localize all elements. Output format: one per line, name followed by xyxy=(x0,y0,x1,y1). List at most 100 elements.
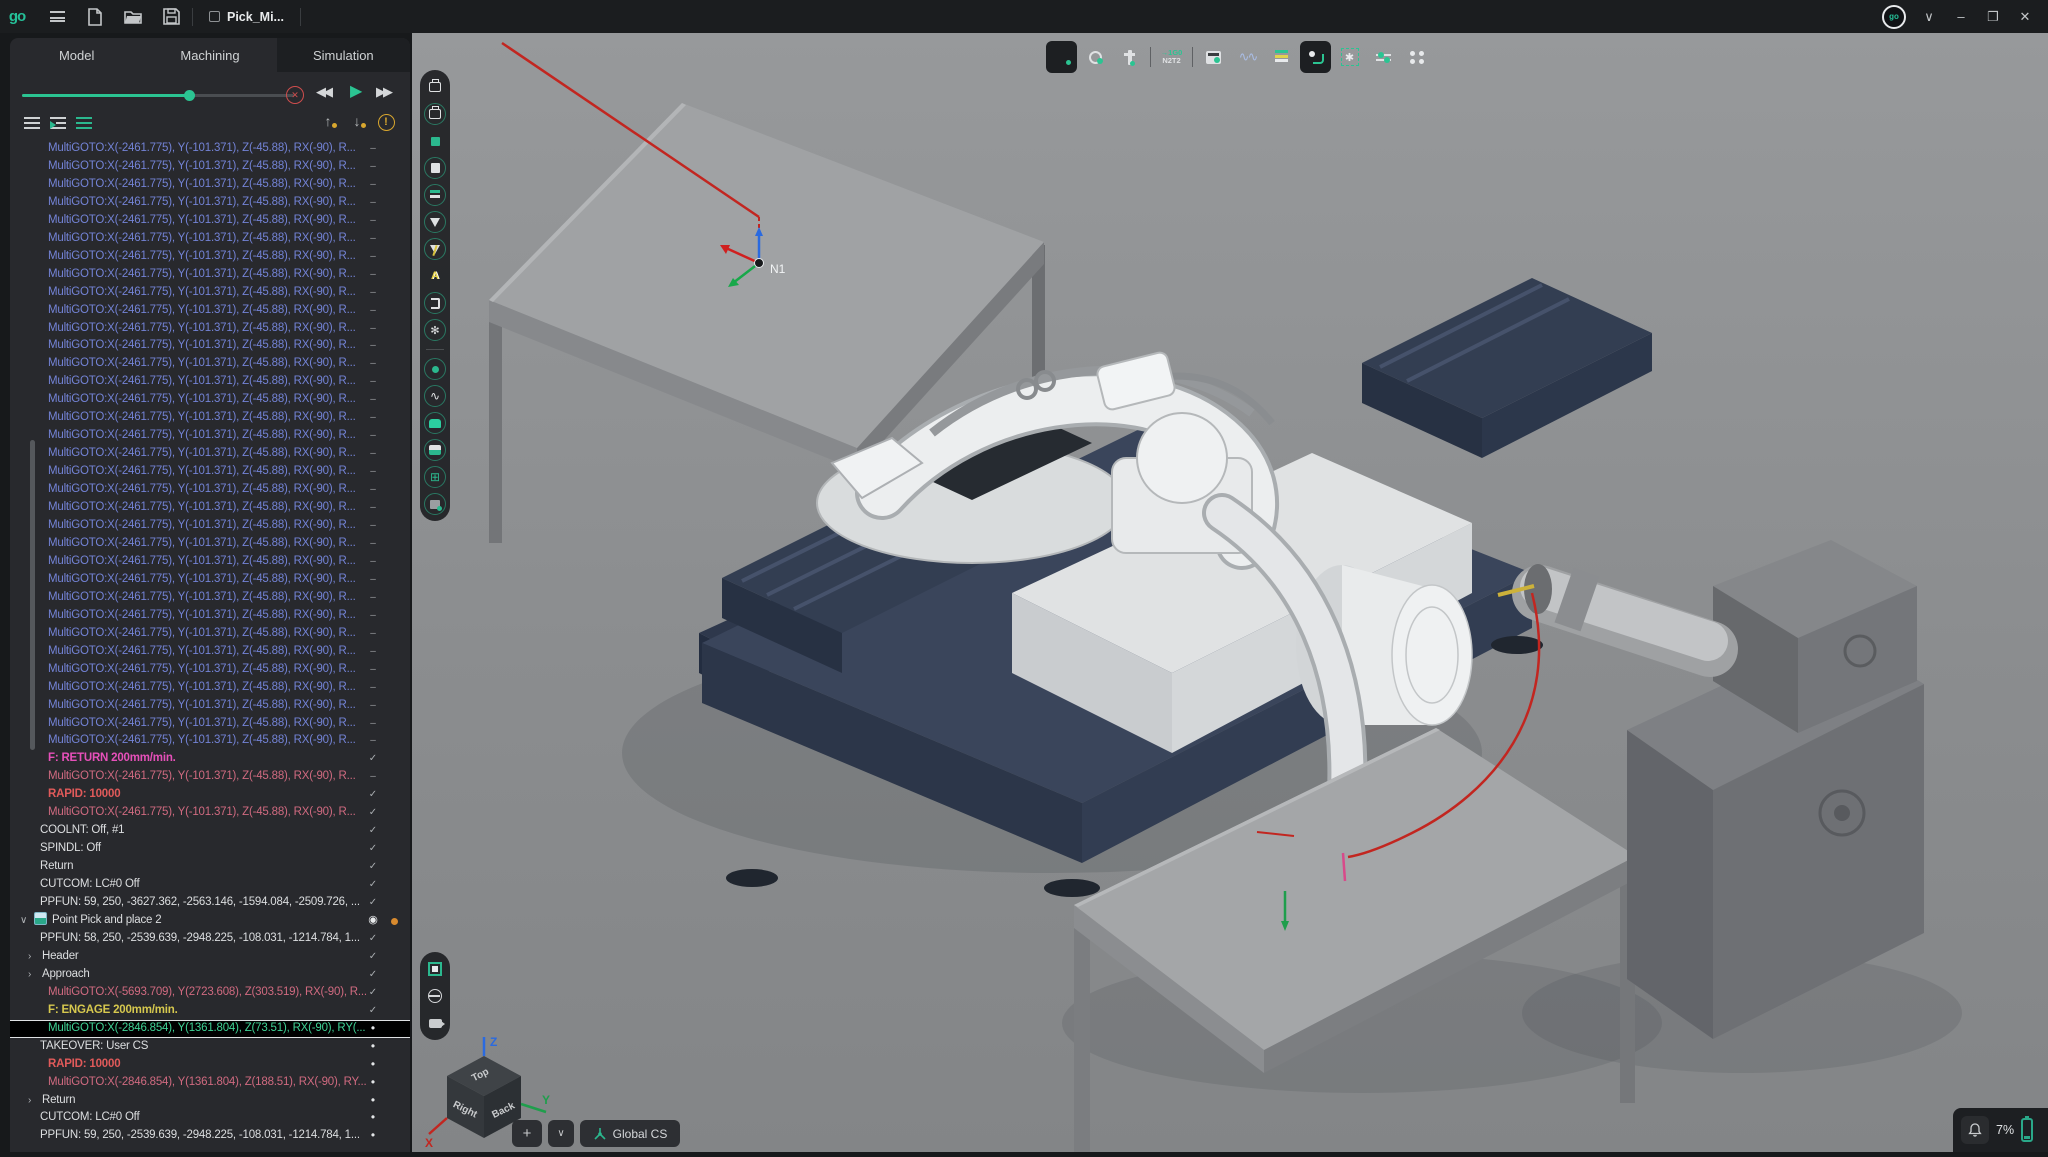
global-cs-button[interactable]: Global CS xyxy=(580,1120,680,1147)
command-row[interactable]: MultiGOTO:X(-2461.775), Y(-101.371), Z(-… xyxy=(10,697,410,715)
workpiece-button[interactable] xyxy=(424,157,446,179)
command-row[interactable]: ∨Point Pick and place 2 xyxy=(10,912,410,930)
command-row[interactable]: MultiGOTO:X(-2461.775), Y(-101.371), Z(-… xyxy=(10,732,410,750)
command-row[interactable]: TAKEOVER: User CS xyxy=(10,1038,410,1056)
tool-holder-button[interactable] xyxy=(424,238,446,260)
command-row[interactable]: MultiGOTO:X(-2461.775), Y(-101.371), Z(-… xyxy=(10,248,410,266)
head-button[interactable] xyxy=(424,292,446,314)
command-row[interactable]: ›Approach xyxy=(10,966,410,984)
zoom-fit-button[interactable] xyxy=(424,958,446,980)
step-down-button[interactable]: ↓ xyxy=(347,113,367,133)
command-row[interactable]: MultiGOTO:X(-2461.775), Y(-101.371), Z(-… xyxy=(10,176,410,194)
expander-icon[interactable]: › xyxy=(28,948,42,966)
pattern-button[interactable]: ✻ xyxy=(424,319,446,341)
machine-button[interactable] xyxy=(424,76,446,98)
command-row[interactable]: MultiGOTO:X(-2461.775), Y(-101.371), Z(-… xyxy=(10,445,410,463)
command-row[interactable]: F: RETURN 200mm/min. xyxy=(10,750,410,768)
command-row[interactable]: RAPID: 10000 xyxy=(10,786,410,804)
notifications-button[interactable] xyxy=(1961,1116,1989,1144)
calculator-button[interactable] xyxy=(1198,41,1229,73)
machine-visible-button[interactable] xyxy=(424,103,446,125)
3d-viewport[interactable]: N1 xyxy=(412,33,2048,1152)
command-row[interactable]: MultiGOTO:X(-2461.775), Y(-101.371), Z(-… xyxy=(10,463,410,481)
command-row-selected[interactable]: MultiGOTO:X(-2846.854), Y(1361.804), Z(7… xyxy=(10,1020,410,1038)
command-row[interactable]: MultiGOTO:X(-2461.775), Y(-101.371), Z(-… xyxy=(10,337,410,355)
command-row[interactable]: MultiGOTO:X(-2461.775), Y(-101.371), Z(-… xyxy=(10,373,410,391)
surface-button[interactable] xyxy=(424,412,446,434)
command-row[interactable]: MultiGOTO:X(-2461.775), Y(-101.371), Z(-… xyxy=(10,804,410,822)
tool-button[interactable] xyxy=(424,211,446,233)
restore-button[interactable]: ❐ xyxy=(1984,9,2002,25)
command-row[interactable]: MultiGOTO:X(-2461.775), Y(-101.371), Z(-… xyxy=(10,661,410,679)
layers-stack-button[interactable] xyxy=(1266,41,1297,73)
transform-button[interactable] xyxy=(1300,41,1331,73)
chevron-down-icon[interactable]: ∨ xyxy=(1920,9,1938,25)
tab-machining[interactable]: Machining xyxy=(143,38,276,72)
parameters-button[interactable] xyxy=(1368,41,1399,73)
fast-forward-button[interactable]: ▶▶ xyxy=(376,84,390,100)
expander-icon[interactable]: › xyxy=(28,1092,42,1110)
save-button[interactable] xyxy=(156,5,186,29)
scrollbar-thumb[interactable] xyxy=(30,440,35,750)
add-cs-button[interactable]: + xyxy=(512,1120,542,1147)
expander-icon[interactable]: › xyxy=(28,966,42,984)
compact-view-button[interactable] xyxy=(74,113,94,133)
close-button[interactable]: ✕ xyxy=(2016,9,2034,25)
command-row[interactable]: MultiGOTO:X(-2461.775), Y(-101.371), Z(-… xyxy=(10,625,410,643)
command-row[interactable]: MultiGOTO:X(-2461.775), Y(-101.371), Z(-… xyxy=(10,535,410,553)
probe-button[interactable] xyxy=(1080,41,1111,73)
command-row[interactable]: ›Return xyxy=(10,1092,410,1110)
command-row[interactable]: MultiGOTO:X(-2461.775), Y(-101.371), Z(-… xyxy=(10,553,410,571)
minimize-button[interactable]: – xyxy=(1952,9,1970,24)
play-button[interactable]: ▶ xyxy=(350,81,362,101)
fixture-button[interactable] xyxy=(424,184,446,206)
command-row[interactable]: MultiGOTO:X(-2461.775), Y(-101.371), Z(-… xyxy=(10,266,410,284)
command-row[interactable]: SPINDL: Off xyxy=(10,840,410,858)
command-row[interactable]: MultiGOTO:X(-2461.775), Y(-101.371), Z(-… xyxy=(10,589,410,607)
command-row[interactable]: ›Header xyxy=(10,948,410,966)
command-row[interactable]: MultiGOTO:X(-2461.775), Y(-101.371), Z(-… xyxy=(10,715,410,733)
command-row[interactable]: MultiGOTO:X(-2461.775), Y(-101.371), Z(-… xyxy=(10,158,410,176)
snap-magnet-button[interactable] xyxy=(1046,41,1077,73)
globe-view-button[interactable] xyxy=(424,985,446,1007)
command-row[interactable]: MultiGOTO:X(-2461.775), Y(-101.371), Z(-… xyxy=(10,230,410,248)
command-row[interactable]: MultiGOTO:X(-2461.775), Y(-101.371), Z(-… xyxy=(10,643,410,661)
user-avatar[interactable]: go xyxy=(1882,5,1906,29)
command-row[interactable]: PPFUN: 58, 250, -2539.639, -2948.225, -1… xyxy=(10,930,410,948)
command-row[interactable]: MultiGOTO:X(-2461.775), Y(-101.371), Z(-… xyxy=(10,427,410,445)
command-row[interactable]: RAPID: 10000 xyxy=(10,1056,410,1074)
command-row[interactable]: MultiGOTO:X(-2461.775), Y(-101.371), Z(-… xyxy=(10,481,410,499)
solid-button[interactable] xyxy=(424,439,446,461)
rewind-button[interactable]: ◀◀ xyxy=(316,84,330,100)
command-row[interactable]: CUTCOM: LC#0 Off xyxy=(10,876,410,894)
main-menu-button[interactable] xyxy=(42,5,72,29)
point-button[interactable] xyxy=(424,358,446,380)
command-row[interactable]: MultiGOTO:X(-2461.775), Y(-101.371), Z(-… xyxy=(10,212,410,230)
app-logo[interactable]: go xyxy=(0,8,34,25)
command-row[interactable]: MultiGOTO:X(-2461.775), Y(-101.371), Z(-… xyxy=(10,355,410,373)
warnings-button[interactable]: ! xyxy=(376,113,396,133)
gcode-button[interactable]: →1G0N2T2 xyxy=(1156,41,1187,73)
open-file-button[interactable] xyxy=(118,5,148,29)
command-row[interactable]: MultiGOTO:X(-2461.775), Y(-101.371), Z(-… xyxy=(10,391,410,409)
stock-view-button[interactable] xyxy=(424,493,446,515)
expander-icon[interactable]: ∨ xyxy=(20,912,34,930)
command-row[interactable]: MultiGOTO:X(-2461.775), Y(-101.371), Z(-… xyxy=(10,517,410,535)
command-row[interactable]: CUTCOM: LC#0 Off xyxy=(10,1109,410,1127)
command-row[interactable]: MultiGOTO:X(-2461.775), Y(-101.371), Z(-… xyxy=(10,140,410,158)
command-row[interactable]: MultiGOTO:X(-2461.775), Y(-101.371), Z(-… xyxy=(10,284,410,302)
new-file-button[interactable] xyxy=(80,5,110,29)
command-row[interactable]: MultiGOTO:X(-2461.775), Y(-101.371), Z(-… xyxy=(10,409,410,427)
command-row[interactable]: MultiGOTO:X(-2461.775), Y(-101.371), Z(-… xyxy=(10,302,410,320)
cs-dropdown-button[interactable]: ∨ xyxy=(548,1120,574,1147)
command-row[interactable]: PPFUN: 59, 250, -2539.639, -2948.225, -1… xyxy=(10,1127,410,1145)
command-row[interactable]: MultiGOTO:X(-2461.775), Y(-101.371), Z(-… xyxy=(10,768,410,786)
command-row[interactable]: Return xyxy=(10,858,410,876)
list-view-button[interactable] xyxy=(22,113,42,133)
tab-model[interactable]: Model xyxy=(10,38,143,72)
command-row[interactable]: F: ENGAGE 200mm/min. xyxy=(10,1002,410,1020)
timeline-slider[interactable] xyxy=(22,94,294,97)
command-row[interactable]: MultiGOTO:X(-2461.775), Y(-101.371), Z(-… xyxy=(10,499,410,517)
command-row[interactable]: PPFUN: 59, 250, -3627.362, -2563.146, -1… xyxy=(10,894,410,912)
command-row[interactable]: MultiGOTO:X(-2461.775), Y(-101.371), Z(-… xyxy=(10,607,410,625)
